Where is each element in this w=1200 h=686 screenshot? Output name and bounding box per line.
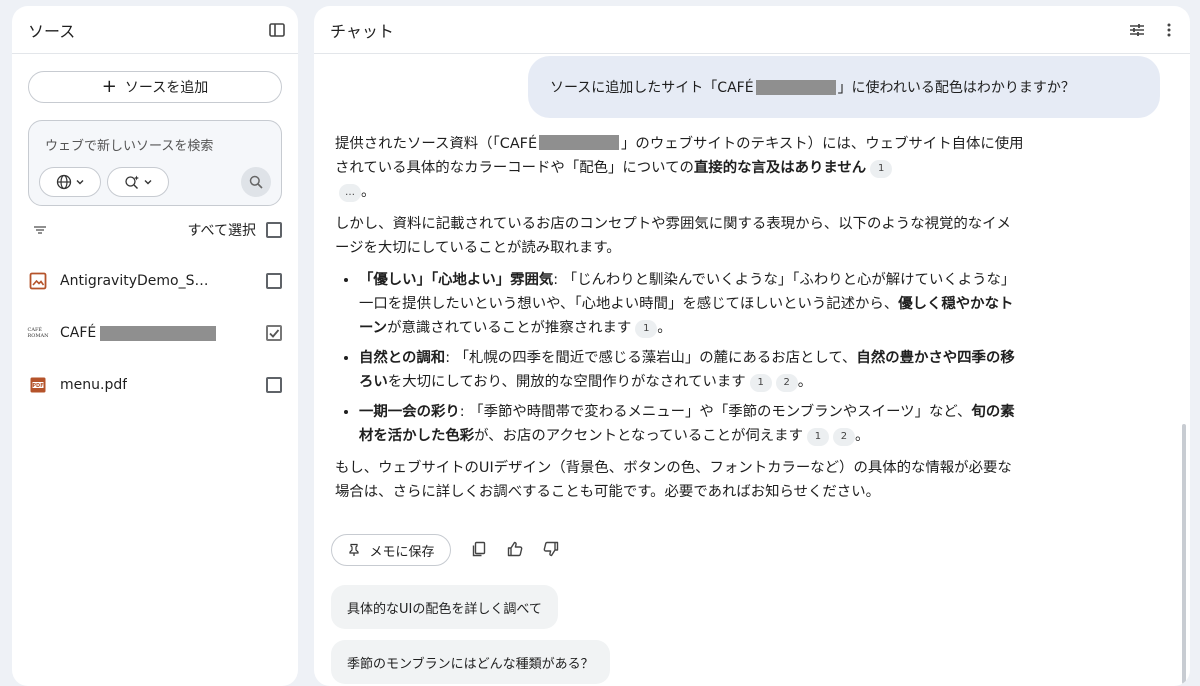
citation-chip[interactable]: 2 [832,428,855,446]
redaction-block [539,135,620,150]
chevron-down-icon [75,177,85,187]
chevron-down-icon [143,177,153,187]
answer-text: が意識されていることが推察されます [387,320,632,336]
answer-bullet-list: 「優しい」「心地よい」雰囲気: 「じんわりと馴染んでいくような」「ふわりと心が解… [335,268,1025,448]
suggested-question[interactable]: 具体的なUIの配色を詳しく調べて [331,585,558,629]
chat-scrollbar[interactable] [1182,424,1186,684]
tune-settings-icon[interactable] [1128,21,1146,39]
source-item-menu[interactable]: PDF menu.pdf [28,372,282,398]
user-message-text: ソースに追加したサイト「CAFÉ [550,80,754,96]
sources-header: ソース [12,6,298,54]
search-input[interactable]: ウェブで新しいソースを検索 [45,135,213,154]
citation-chip[interactable]: 2 [775,374,798,392]
collapse-panel-icon[interactable] [268,21,286,39]
save-to-note-button[interactable]: メモに保存 [331,534,451,566]
sparkle-search-icon [124,174,140,190]
answer-paragraph-1: 提供されたソース資料（「CAFÉ 」のウェブサイトのテキスト）には、ウェブサイト自… [335,132,1025,204]
source-name: AntigravityDemo_Scr... [60,273,210,289]
sort-filter-icon[interactable] [32,222,48,238]
search-submit-button[interactable] [241,167,271,197]
answer-bold: 直接的な言及はありません [693,160,867,176]
sources-title: ソース [28,21,76,41]
copy-icon[interactable] [470,540,488,558]
answer-text: : 「札幌の四季を間近で感じる藻岩山」の麓にあるお店として、 [445,350,857,366]
pdf-icon: PDF [28,375,48,395]
cafe-logo-icon: CAFÉ ROMAN [27,327,49,339]
answer-text: 。 [797,374,813,390]
answer-text: が、お店のアクセントとなっていることが伺えます [474,428,803,444]
svg-text:PDF: PDF [32,383,43,389]
chat-panel: チャット ソースに追加したサイト「CAFÉ 」に使われいる配色はわかりますか？ … [314,6,1190,686]
add-source-button[interactable]: + ソースを追加 [28,71,282,103]
thumbs-down-icon[interactable] [542,540,560,558]
redaction-block [755,79,836,95]
search-scope-dropdown[interactable] [39,167,101,197]
answer-bold: 自然との調和 [359,350,446,366]
user-message: ソースに追加したサイト「CAFÉ 」に使われいる配色はわかりますか？ [528,56,1160,118]
list-item: 一期一会の彩り: 「季節や時間帯で変わるメニュー」や「季節のモンブランやスイーツ… [359,400,1025,448]
answer-text: : 「季節や時間帯で変わるメニュー」や「季節のモンブランやスイーツ」など、 [459,404,972,420]
list-item: 自然との調和: 「札幌の四季を間近で感じる藻岩山」の麓にあるお店として、自然の豊… [359,346,1025,394]
citation-chip[interactable]: 1 [806,428,829,446]
save-to-note-label: メモに保存 [369,544,435,560]
select-all-row: すべて選択 [28,218,282,242]
answer-paragraph-2: しかし、資料に記載されているお店のコンセプトや雰囲気に関する表現から、以下のよう… [335,216,1011,256]
source-item-cafe[interactable]: CAFÉ ROMAN CAFÉ [28,320,282,346]
plus-icon: + [101,76,117,97]
web-source-search: ウェブで新しいソースを検索 [28,120,282,206]
source-name-text: CAFÉ [60,325,97,341]
citation-chip[interactable]: 1 [749,374,772,392]
source-item-antigravity[interactable]: AntigravityDemo_Scr... [28,268,282,294]
assistant-answer: 提供されたソース資料（「CAFÉ 」のウェブサイトのテキスト）には、ウェブサイト自… [335,132,1025,512]
source-checkbox[interactable] [266,377,282,393]
research-mode-dropdown[interactable] [107,167,169,197]
more-vert-icon[interactable] [1160,21,1178,39]
search-icon [249,175,263,189]
select-all-label: すべて選択 [187,223,256,239]
thumbs-up-icon[interactable] [506,540,524,558]
image-icon [28,271,48,291]
citation-chip[interactable]: 1 [635,320,658,338]
source-name: CAFÉ [60,325,217,341]
sources-panel: ソース + ソースを追加 ウェブで新しいソースを検索 すべて選択 Antigra… [12,6,298,686]
chat-title: チャット [330,21,394,41]
source-name: menu.pdf [60,377,128,393]
answer-text: 。 [854,428,870,444]
chat-header: チャット [314,6,1190,54]
list-item: 「優しい」「心地よい」雰囲気: 「じんわりと馴染んでいくような」「ふわりと心が解… [359,268,1025,340]
add-source-label: ソースを追加 [124,80,209,96]
answer-text: 提供されたソース資料（「CAFÉ [335,136,538,152]
select-all-checkbox[interactable] [266,222,282,238]
source-checkbox-checked[interactable] [266,325,282,341]
pin-icon [347,543,361,557]
source-checkbox[interactable] [266,273,282,289]
answer-bold: 一期一会の彩り [359,404,460,420]
redaction-block [100,325,217,341]
answer-actions [470,540,560,558]
answer-paragraph-3: もし、ウェブサイトのUIデザイン（背景色、ボタンの色、フォントカラーなど）の具体… [335,460,1012,500]
answer-text: を大切にしており、開放的な空間作りがなされています [387,374,746,390]
more-citations-chip[interactable]: … [339,184,361,202]
answer-text: 。 [361,184,376,200]
globe-icon [56,174,72,190]
select-all[interactable]: すべて選択 [188,220,282,240]
suggested-question[interactable]: 季節のモンブランにはどんな種類がある？ [331,640,610,684]
answer-text: 。 [657,320,672,336]
answer-bold: 「優しい」「心地よい」雰囲気 [359,272,554,288]
checkmark-icon [269,329,280,338]
citation-chip[interactable]: 1 [870,160,893,178]
user-message-text-end: 」に使われいる配色はわかりますか？ [837,80,1075,96]
